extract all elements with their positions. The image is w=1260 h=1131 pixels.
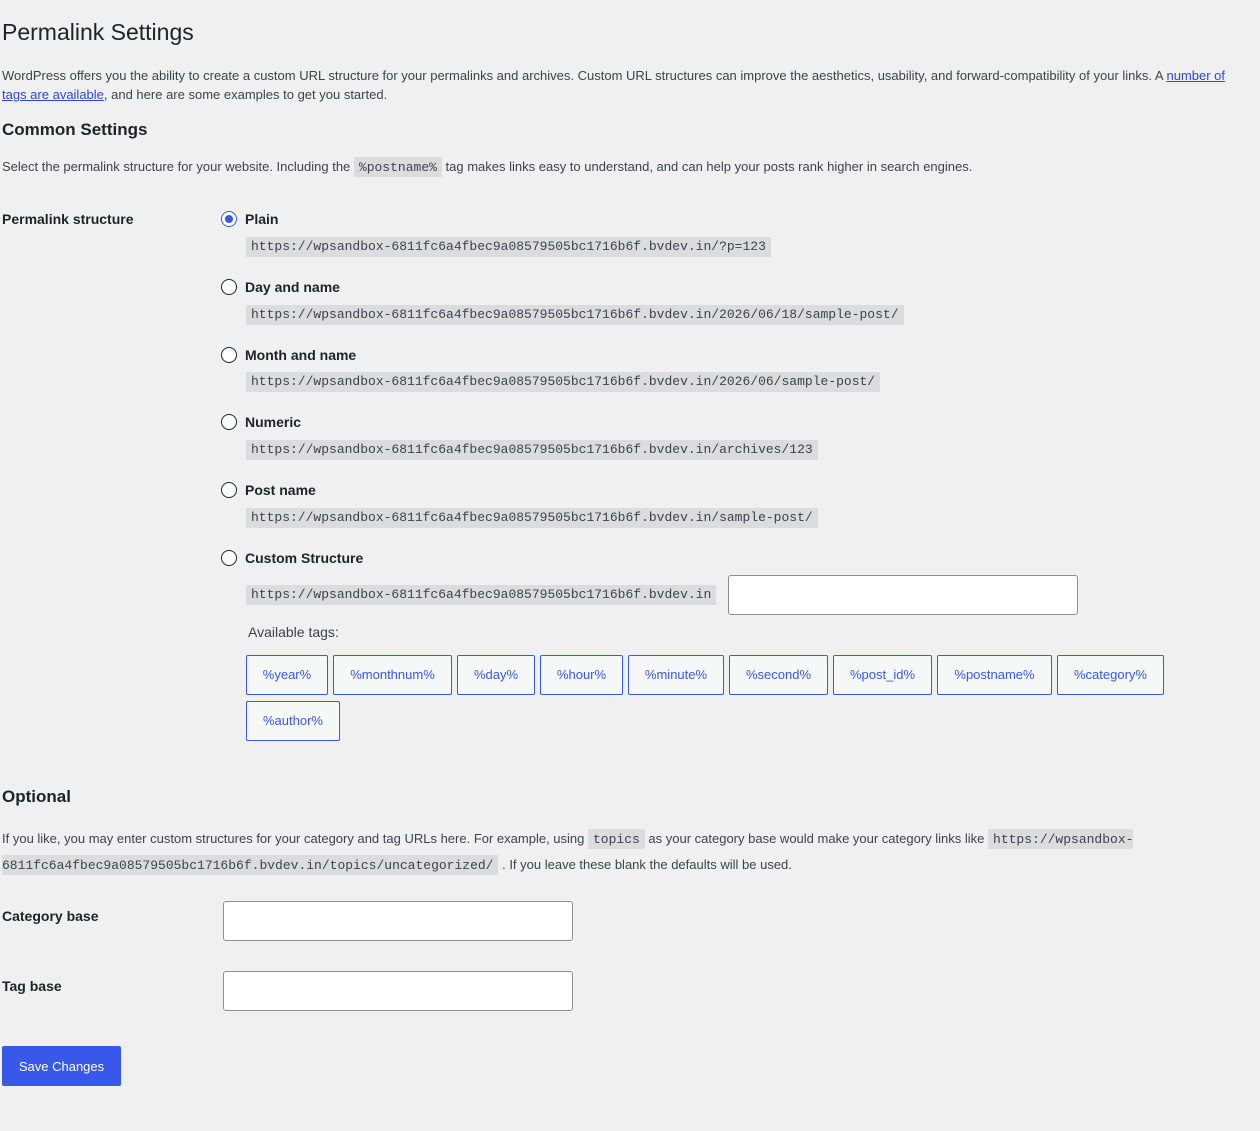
intro-text: WordPress offers you the ability to crea…: [2, 66, 1238, 104]
common-settings-title: Common Settings: [2, 120, 148, 139]
radio-plain[interactable]: [221, 211, 237, 227]
topics-code: topics: [587, 829, 645, 849]
option-custom-structure-label: Custom Structure: [245, 550, 364, 566]
example-day-and-name: https://wpsandbox-6811fc6a4fbec9a0857950…: [246, 305, 904, 325]
intro-text-before: WordPress offers you the ability to crea…: [2, 68, 1167, 83]
tag-day-button[interactable]: %day%: [457, 655, 535, 695]
example-plain: https://wpsandbox-6811fc6a4fbec9a0857950…: [246, 237, 771, 257]
tag-monthnum-button[interactable]: %monthnum%: [333, 655, 452, 695]
save-changes-button[interactable]: Save Changes: [2, 1046, 121, 1086]
tag-hour-button[interactable]: %hour%: [540, 655, 623, 695]
intro-text-after: , and here are some examples to get you …: [103, 87, 388, 102]
permalink-structure-label: Permalink structure: [2, 211, 134, 227]
tag-author-button[interactable]: %author%: [246, 701, 340, 741]
radio-month-and-name[interactable]: [221, 347, 237, 363]
radio-day-and-name[interactable]: [221, 279, 237, 295]
radio-custom-structure[interactable]: [221, 550, 237, 566]
option-post-name-label: Post name: [245, 482, 316, 498]
available-tags-label: Available tags:: [248, 624, 339, 640]
common-desc-after: tag makes links easy to understand, and …: [441, 159, 973, 174]
option-plain[interactable]: Plain: [221, 210, 278, 228]
common-desc-before: Select the permalink structure for your …: [2, 159, 354, 174]
tag-base-input[interactable]: [223, 971, 573, 1011]
page-title: Permalink Settings: [2, 19, 194, 45]
tag-minute-button[interactable]: %minute%: [628, 655, 724, 695]
optional-desc-before: If you like, you may enter custom struct…: [2, 831, 588, 846]
postname-code: %postname%: [353, 157, 442, 177]
category-base-input[interactable]: [223, 901, 573, 941]
optional-desc-middle: as your category base would make your ca…: [644, 831, 989, 846]
option-month-and-name-label: Month and name: [245, 347, 357, 363]
tag-category-button[interactable]: %category%: [1057, 655, 1164, 695]
option-numeric[interactable]: Numeric: [221, 413, 301, 431]
radio-post-name[interactable]: [221, 482, 237, 498]
example-month-and-name: https://wpsandbox-6811fc6a4fbec9a0857950…: [246, 372, 881, 392]
option-post-name[interactable]: Post name: [221, 481, 316, 499]
option-numeric-label: Numeric: [245, 414, 302, 430]
optional-desc-after: . If you leave these blank the defaults …: [498, 857, 792, 872]
option-day-and-name[interactable]: Day and name: [221, 278, 340, 296]
optional-title: Optional: [2, 787, 71, 806]
tag-post-id-button[interactable]: %post_id%: [833, 655, 932, 695]
option-custom-structure[interactable]: Custom Structure: [221, 549, 363, 567]
radio-numeric[interactable]: [221, 414, 237, 430]
custom-structure-prefix: https://wpsandbox-6811fc6a4fbec9a0857950…: [246, 585, 717, 605]
optional-description: If you like, you may enter custom struct…: [2, 826, 1238, 878]
example-post-name: https://wpsandbox-6811fc6a4fbec9a0857950…: [246, 508, 818, 528]
tag-second-button[interactable]: %second%: [729, 655, 828, 695]
tag-year-button[interactable]: %year%: [246, 655, 328, 695]
common-settings-description: Select the permalink structure for your …: [2, 157, 972, 177]
tag-postname-button[interactable]: %postname%: [937, 655, 1052, 695]
option-month-and-name[interactable]: Month and name: [221, 346, 356, 364]
option-plain-label: Plain: [245, 211, 279, 227]
permalink-settings-page: Permalink Settings WordPress offers you …: [0, 0, 1260, 1131]
custom-structure-input[interactable]: [728, 575, 1078, 615]
category-base-label: Category base: [2, 908, 99, 924]
example-numeric: https://wpsandbox-6811fc6a4fbec9a0857950…: [246, 440, 818, 460]
option-day-and-name-label: Day and name: [245, 279, 340, 295]
tag-base-label: Tag base: [2, 978, 62, 994]
